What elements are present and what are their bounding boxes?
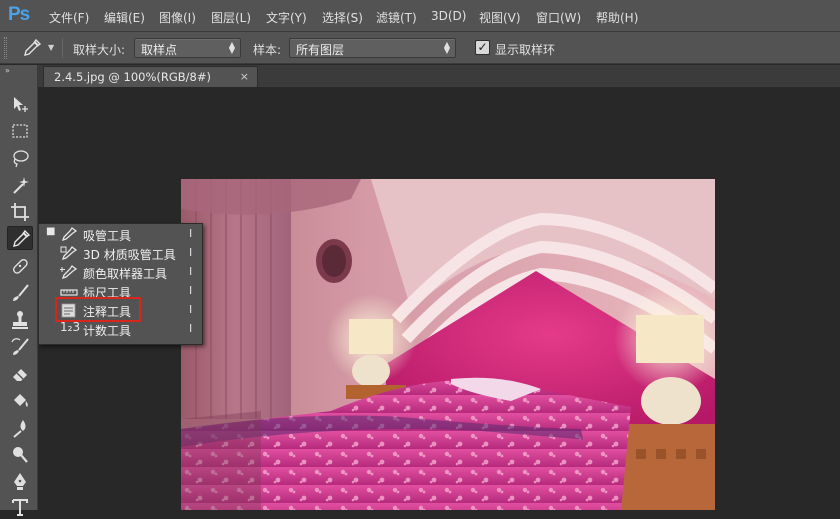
- sample-size-select[interactable]: 取样点 ▲ ▼: [134, 38, 241, 58]
- menu-image[interactable]: 图像(I): [159, 9, 196, 26]
- flyout-item-3d-material-eyedropper[interactable]: 3D 材质吸管工具 I: [39, 244, 202, 263]
- select-arrows-icon: ▲ ▼: [228, 40, 235, 55]
- chevron-down-icon: ▼: [48, 43, 55, 52]
- eyedropper-tool[interactable]: [7, 226, 33, 250]
- document-tab-title: 2.4.5.jpg @ 100%(RGB/8#): [54, 70, 211, 84]
- eyedropper-icon: [61, 227, 78, 242]
- bucket-icon: [14, 394, 28, 407]
- flyout-item-color-sampler[interactable]: 颜色取样器工具 I: [39, 263, 202, 282]
- shortcut-key: I: [189, 227, 193, 240]
- bandage-icon: [12, 258, 28, 274]
- stamp-icon: [12, 311, 28, 329]
- blur-tool[interactable]: [7, 416, 33, 440]
- sample-label: 样本:: [253, 43, 282, 57]
- brush-tool[interactable]: [7, 281, 33, 305]
- pen-tool[interactable]: [7, 470, 33, 494]
- note-tool-highlight-box: [55, 297, 141, 322]
- flyout-item-label: 颜色取样器工具: [83, 267, 168, 281]
- options-bar: ▼ 取样大小: 取样点 ▲ ▼ 样本: 所有图层 ▲ ▼ ✓ 显示取样环: [0, 32, 840, 64]
- show-sampling-ring-checkbox[interactable]: ✓: [475, 40, 490, 55]
- shortcut-key: I: [189, 322, 193, 335]
- flyout-item-label: 吸管工具: [83, 229, 132, 243]
- menu-select[interactable]: 选择(S): [322, 9, 363, 26]
- history-brush-tool[interactable]: [7, 335, 33, 359]
- shortcut-key: I: [189, 284, 193, 297]
- type-icon: [12, 499, 28, 516]
- brush-icon: [13, 284, 29, 301]
- 3d-eyedropper-icon: [60, 246, 78, 261]
- eraser-tool[interactable]: [7, 362, 33, 386]
- menu-file[interactable]: 文件(F): [49, 9, 89, 26]
- eyedropper-icon: [24, 38, 42, 56]
- magic-wand-tool[interactable]: [7, 173, 33, 197]
- menu-bar: Ps 文件(F) 编辑(E) 图像(I) 图层(L) 文字(Y) 选择(S) 滤…: [0, 0, 840, 32]
- dodge-tool[interactable]: [7, 443, 33, 467]
- move-tool[interactable]: [7, 92, 33, 116]
- menu-help[interactable]: 帮助(H): [596, 9, 638, 26]
- pen-icon: [14, 473, 26, 490]
- dodge-icon: [13, 447, 28, 463]
- flyout-item-label: 计数工具: [83, 324, 132, 338]
- document-tab-bar: 2.4.5.jpg @ 100%(RGB/8#) ×: [38, 65, 840, 87]
- flyout-item-count[interactable]: 1₂3 计数工具 I: [39, 320, 202, 339]
- blur-icon: [13, 420, 26, 438]
- sample-size-value: 取样点: [141, 43, 178, 57]
- move-icon: [14, 97, 28, 112]
- healing-brush-tool[interactable]: [7, 254, 33, 278]
- toolbox: »: [0, 65, 38, 516]
- menu-window[interactable]: 窗口(W): [536, 9, 581, 26]
- menu-view[interactable]: 视图(V): [479, 9, 521, 26]
- menu-3d[interactable]: 3D(D): [431, 9, 466, 23]
- close-icon[interactable]: ×: [240, 70, 249, 83]
- marquee-icon: [12, 124, 28, 138]
- photoshop-logo: Ps: [8, 4, 30, 25]
- collapse-toolbox-icon[interactable]: »: [5, 66, 10, 75]
- divider: [62, 38, 63, 58]
- lasso-tool[interactable]: [7, 146, 33, 170]
- menu-edit[interactable]: 编辑(E): [104, 9, 145, 26]
- magic-wand-icon: [13, 177, 29, 194]
- type-tool[interactable]: [7, 495, 33, 519]
- shortcut-key: I: [189, 265, 193, 278]
- marquee-tool[interactable]: [7, 119, 33, 143]
- document-image-bedroom[interactable]: [181, 179, 715, 510]
- menu-type[interactable]: 文字(Y): [266, 9, 307, 26]
- tool-preset-picker[interactable]: ▼: [22, 38, 58, 58]
- crop-tool[interactable]: [7, 200, 33, 224]
- eyedropper-tools-flyout: ■ 吸管工具 I 3D 材质吸管工具 I 颜色取样器工具 I 标尺工具 I 注释…: [38, 223, 203, 345]
- select-arrows-icon: ▲ ▼: [443, 40, 450, 55]
- paint-bucket-tool[interactable]: [7, 389, 33, 413]
- options-bar-grip[interactable]: [4, 37, 7, 59]
- bedroom-photo: [181, 179, 715, 510]
- sample-select[interactable]: 所有图层 ▲ ▼: [289, 38, 456, 58]
- clone-stamp-tool[interactable]: [7, 308, 33, 332]
- menu-layer[interactable]: 图层(L): [211, 9, 251, 26]
- crop-icon: [11, 203, 29, 221]
- eyedropper-icon: [13, 229, 31, 247]
- lasso-icon: [13, 150, 29, 168]
- color-sampler-icon: [60, 265, 78, 280]
- menu-filter[interactable]: 滤镜(T): [376, 9, 417, 26]
- shortcut-key: I: [189, 303, 193, 316]
- sample-size-label: 取样大小:: [73, 43, 126, 57]
- eraser-icon: [13, 369, 27, 381]
- sample-value: 所有图层: [296, 43, 345, 57]
- flyout-item-label: 3D 材质吸管工具: [83, 248, 176, 262]
- selected-bullet-icon: ■: [46, 226, 56, 237]
- show-sampling-ring-label: 显示取样环: [495, 43, 556, 57]
- shortcut-key: I: [189, 246, 193, 259]
- flyout-item-eyedropper[interactable]: ■ 吸管工具 I: [39, 225, 202, 244]
- document-tab[interactable]: 2.4.5.jpg @ 100%(RGB/8#) ×: [43, 66, 258, 87]
- count-icon: 1₂3: [60, 320, 81, 334]
- history-brush-icon: [11, 338, 29, 355]
